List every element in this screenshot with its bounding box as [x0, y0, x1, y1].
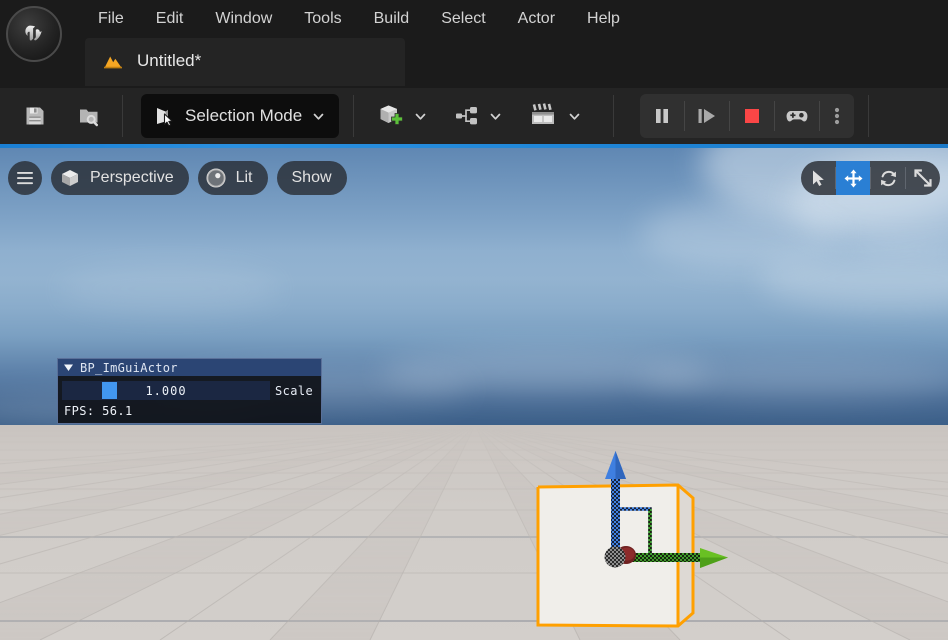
- menu-item-tools[interactable]: Tools: [288, 4, 357, 34]
- scale-slider[interactable]: 1.000: [62, 381, 270, 400]
- blueprints-button[interactable]: [447, 93, 510, 139]
- translate-tool-button[interactable]: [836, 161, 870, 195]
- stop-button[interactable]: [730, 94, 774, 138]
- scale-expand-icon: [914, 169, 932, 187]
- skip-play-icon: [698, 109, 716, 123]
- imgui-scale-row: 1.000 Scale: [62, 381, 317, 400]
- document-tab-label: Untitled*: [137, 51, 202, 70]
- menu-item-edit[interactable]: Edit: [140, 4, 200, 34]
- kebab-menu-icon: [835, 107, 840, 125]
- viewport-toolbar-left: Perspective Lit Show: [8, 161, 347, 195]
- menu-bar: File Edit Window Tools Build Select Acto…: [0, 0, 948, 88]
- move-arrows-icon: [844, 169, 862, 187]
- viewport-view-type-label: Perspective: [90, 169, 174, 186]
- fps-readout: FPS: 56.1: [64, 404, 133, 418]
- selection-cursor-icon: [157, 108, 173, 127]
- toolbar-divider-4: [868, 95, 870, 137]
- scale-tool-button[interactable]: [906, 161, 940, 195]
- viewport-view-type-button[interactable]: Perspective: [51, 161, 189, 195]
- chevron-down-icon: [415, 113, 426, 120]
- chevron-down-icon: [490, 113, 501, 120]
- ground-grid: [0, 425, 948, 640]
- scale-slider-label: Scale: [275, 383, 314, 398]
- menu-items: File Edit Window Tools Build Select Acto…: [82, 0, 636, 38]
- tab-underline: [85, 84, 405, 86]
- viewport-toolbar-right: [801, 161, 940, 195]
- toolbar-divider-3: [613, 95, 615, 137]
- add-actor-cube-plus-icon: [380, 105, 404, 125]
- toolbar-divider-2: [353, 95, 355, 137]
- lit-sphere-icon: [206, 168, 226, 188]
- viewport-view-mode-button[interactable]: Lit: [197, 161, 268, 195]
- eject-possess-button[interactable]: [775, 94, 819, 138]
- browse-content-icon: [80, 109, 98, 127]
- menu-item-build[interactable]: Build: [358, 4, 426, 34]
- imgui-body: 1.000 Scale FPS: 56.1: [58, 376, 321, 423]
- viewport-menu-button[interactable]: [8, 161, 42, 195]
- document-tab-untitled[interactable]: Untitled*: [85, 38, 405, 84]
- menu-item-select[interactable]: Select: [425, 4, 501, 34]
- cinematics-button[interactable]: [522, 93, 589, 139]
- pause-icon: [656, 109, 669, 123]
- viewport-view-mode-label: Lit: [235, 169, 253, 186]
- add-actor-button[interactable]: [370, 93, 435, 139]
- viewport-active-accent: [0, 144, 948, 148]
- save-floppy-icon: [26, 107, 44, 125]
- level-mountain-icon: [104, 56, 122, 69]
- cube-icon: [62, 170, 78, 186]
- selection-mode-button[interactable]: Selection Mode: [141, 94, 340, 138]
- play-options-button[interactable]: [820, 94, 854, 138]
- tab-strip: Untitled*: [0, 38, 948, 88]
- menu-item-help[interactable]: Help: [571, 4, 636, 34]
- cinematics-clapperboard-icon: [532, 103, 555, 124]
- arrow-cursor-icon: [812, 170, 824, 186]
- rotate-icon: [880, 170, 896, 186]
- menu-item-file[interactable]: File: [82, 4, 140, 34]
- viewport-show-label: Show: [291, 169, 332, 186]
- imgui-debug-window[interactable]: BP_ImGuiActor 1.000 Scale FPS: 56.1: [57, 358, 322, 424]
- gamepad-icon: [786, 111, 808, 122]
- blueprints-node-graph-icon: [456, 107, 478, 125]
- menu-item-actor[interactable]: Actor: [502, 4, 571, 34]
- chevron-down-icon: [569, 113, 580, 120]
- chevron-down-icon: [313, 113, 324, 120]
- viewport-ground: [0, 425, 948, 640]
- level-viewport[interactable]: Perspective Lit Show BP_ImGuiActor 1.000…: [0, 144, 948, 640]
- stop-square-icon: [745, 109, 760, 123]
- toolbar-divider-1: [122, 95, 123, 137]
- rotate-tool-button[interactable]: [871, 161, 905, 195]
- viewport-show-flags-button[interactable]: Show: [276, 161, 347, 195]
- main-toolbar: Selection Mode: [0, 88, 948, 144]
- gizmo-axes: [604, 451, 728, 568]
- imgui-title-bar[interactable]: BP_ImGuiActor: [58, 359, 321, 376]
- imgui-window-title: BP_ImGuiActor: [80, 360, 178, 375]
- browse-content-button[interactable]: [66, 93, 112, 139]
- menu-item-window[interactable]: Window: [199, 4, 288, 34]
- selection-mode-label: Selection Mode: [185, 106, 303, 125]
- pause-button[interactable]: [640, 94, 684, 138]
- play-controls-group: [640, 94, 855, 138]
- triangle-down-icon[interactable]: [63, 362, 74, 373]
- transform-gizmo[interactable]: [560, 449, 730, 574]
- save-button[interactable]: [12, 93, 58, 139]
- unreal-editor-window: File Edit Window Tools Build Select Acto…: [0, 0, 948, 640]
- frame-step-button[interactable]: [685, 94, 729, 138]
- hamburger-icon: [17, 172, 33, 185]
- scale-slider-value: 1.000: [145, 383, 187, 398]
- select-tool-button[interactable]: [801, 161, 835, 195]
